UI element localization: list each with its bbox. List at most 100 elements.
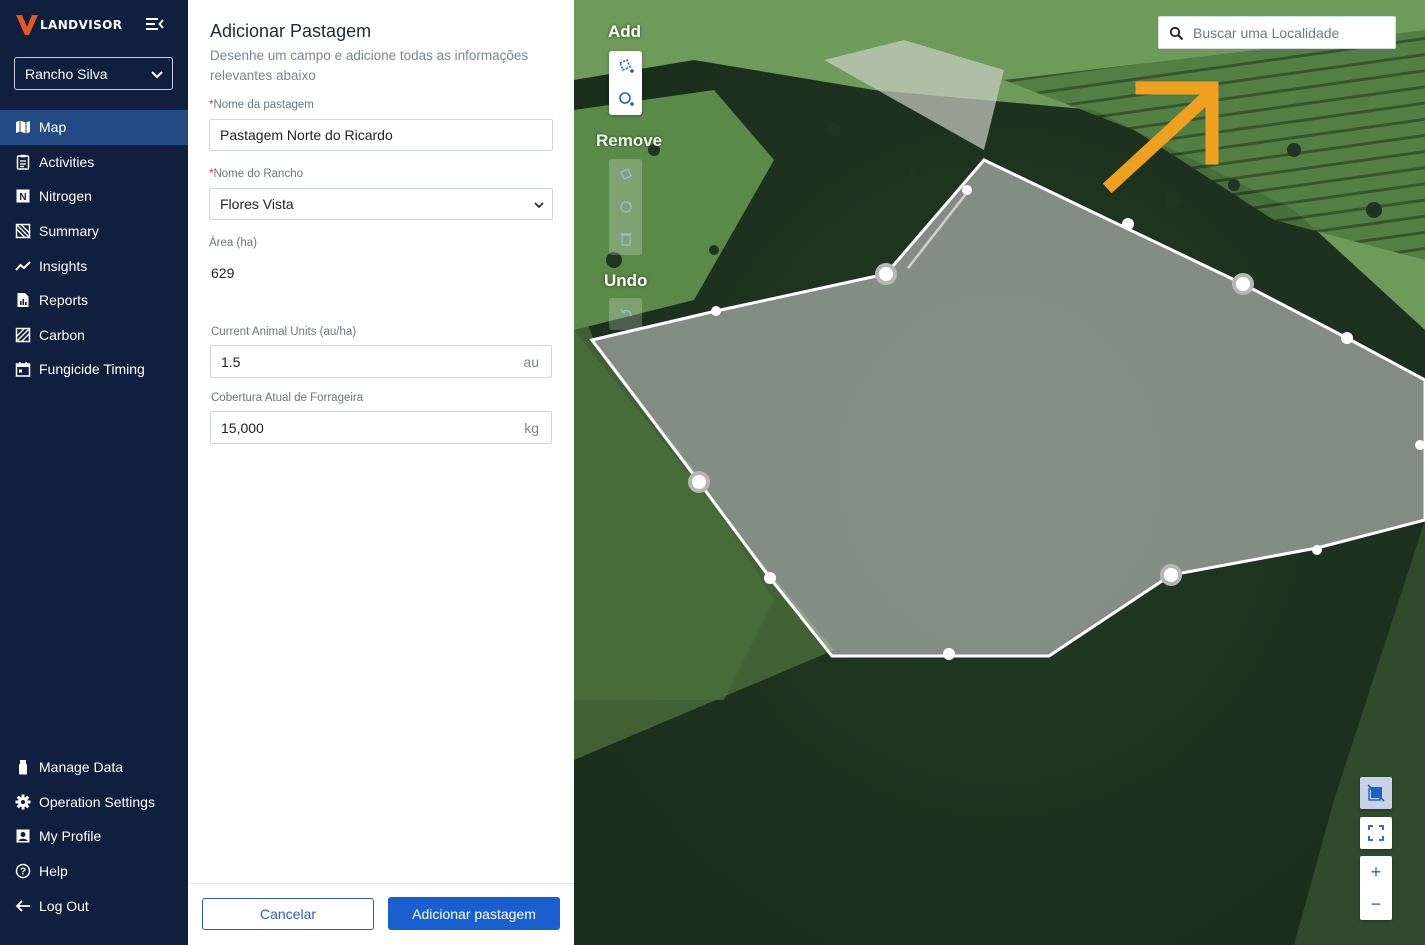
ranch-name-select[interactable]: Flores Vista [209, 188, 553, 220]
nav-item-activities[interactable]: Activities [0, 145, 188, 180]
layer-toggle-button[interactable] [1360, 777, 1392, 809]
chevron-down-icon [534, 202, 544, 209]
insights-icon [15, 258, 31, 274]
logo-v-icon [16, 15, 38, 35]
fullscreen-control [1360, 817, 1392, 849]
forage-cover-input[interactable]: 15,000 kg [210, 411, 552, 444]
reports-icon [15, 292, 31, 308]
profile-icon [15, 828, 31, 844]
draw-add-toolbox [609, 51, 642, 115]
nav-item-nitrogen[interactable]: N Nitrogen [0, 179, 188, 214]
nav-label: Insights [39, 257, 88, 274]
summary-icon [15, 223, 31, 239]
map-icon [15, 119, 31, 135]
nav-label: Activities [39, 153, 95, 170]
nav-item-log-out[interactable]: Log Out [0, 888, 188, 923]
help-icon: ? [15, 863, 31, 879]
layers-off-icon [1367, 784, 1385, 802]
draw-remove-label: Remove [596, 131, 663, 150]
nav-label: Reports [39, 292, 89, 309]
delete-shape-button[interactable] [609, 223, 642, 255]
gear-icon [15, 794, 31, 810]
zoom-out-button[interactable]: − [1360, 888, 1392, 920]
ranch-selector-value: Rancho Silva [25, 65, 108, 82]
area-label: Área (ha) [209, 237, 257, 249]
fullscreen-icon [1368, 825, 1384, 841]
animal-units-value: 1.5 [221, 353, 241, 370]
clipboard-icon [15, 154, 31, 170]
animal-units-label: Current Animal Units (au/ha) [211, 326, 357, 338]
zoom-control: + − [1360, 856, 1392, 920]
cancel-button[interactable]: Cancelar [202, 898, 374, 930]
nav-label: Operation Settings [39, 793, 155, 810]
collapse-menu-icon[interactable] [146, 16, 164, 32]
secondary-nav: Manage Data Operation Settings My Profil… [0, 750, 188, 923]
remove-polygon-button[interactable] [609, 159, 642, 191]
satellite-map[interactable]: Add Remove Undo Buscar uma Localidade + … [574, 0, 1425, 945]
chevron-down-icon [151, 71, 163, 79]
nav-item-my-profile[interactable]: My Profile [0, 819, 188, 854]
nav-label: Fungicide Timing [39, 361, 145, 378]
pasture-name-value: Pastagem Norte do Ricardo [220, 127, 393, 143]
brand-name: LANDVISOR [40, 18, 123, 32]
nav-label: Nitrogen [39, 188, 92, 205]
animal-units-unit: au [523, 353, 539, 370]
ranch-name-value: Flores Vista [220, 196, 294, 212]
forage-cover-value: 15,000 [221, 419, 264, 436]
polygon-remove-icon [619, 168, 632, 180]
nav-item-map[interactable]: Map [0, 110, 188, 145]
main-nav: Map Activities N Nitrogen Summary Insigh… [0, 110, 188, 387]
nav-item-fungicide-timing[interactable]: Fungicide Timing [0, 352, 188, 387]
nav-label: Summary [39, 223, 99, 240]
pasture-name-input[interactable]: Pastagem Norte do Ricardo [209, 119, 553, 151]
nav-item-summary[interactable]: Summary [0, 214, 188, 249]
panel-title: Adicionar Pastagem [210, 21, 372, 41]
undo-icon [619, 308, 632, 317]
ranch-name-label: *Nome do Rancho [209, 168, 303, 180]
circle-remove-icon [619, 201, 632, 213]
undo-button[interactable] [609, 298, 642, 330]
zoom-in-button[interactable]: + [1360, 856, 1392, 888]
ranch-selector[interactable]: Rancho Silva [14, 57, 173, 90]
animal-units-input[interactable]: 1.5 au [210, 345, 552, 378]
nav-label: Map [39, 119, 67, 136]
add-pasture-button[interactable]: Adicionar pastagem [388, 897, 560, 930]
calendar-icon [15, 361, 31, 378]
draw-remove-toolbox [609, 159, 642, 255]
nav-label: My Profile [39, 828, 102, 845]
forage-cover-label: Cobertura Atual de Forrageira [211, 392, 364, 404]
area-value: 629 [211, 265, 235, 281]
nav-label: Manage Data [39, 759, 124, 776]
nav-label: Log Out [39, 897, 89, 914]
nav-item-reports[interactable]: Reports [0, 283, 188, 318]
sidebar: LANDVISOR Rancho Silva Map Activities N [0, 0, 188, 945]
draw-undo-toolbox [609, 298, 642, 330]
remove-circle-button[interactable] [609, 191, 642, 223]
nav-item-carbon[interactable]: Carbon [0, 318, 188, 353]
draw-polygon-button[interactable] [609, 51, 642, 83]
svg-text:?: ? [20, 867, 26, 878]
nav-item-operation-settings[interactable]: Operation Settings [0, 785, 188, 820]
layer-toggle-control [1360, 777, 1392, 809]
satellite-imagery [574, 0, 1425, 945]
trash-icon [620, 233, 631, 246]
nav-label: Help [39, 863, 68, 880]
location-search-input[interactable]: Buscar uma Localidade [1158, 16, 1396, 49]
svg-text:N: N [19, 192, 26, 203]
nav-item-insights[interactable]: Insights [0, 248, 188, 283]
fullscreen-button[interactable] [1360, 817, 1392, 849]
circle-add-icon [618, 92, 634, 106]
forage-cover-unit: kg [524, 419, 539, 436]
nav-label: Carbon [39, 326, 85, 343]
arrow-left-icon [15, 898, 31, 914]
nitrogen-icon: N [15, 188, 31, 204]
polygon-add-icon [618, 58, 634, 73]
search-icon [1169, 26, 1184, 41]
draw-add-label: Add [608, 22, 642, 41]
nav-item-help[interactable]: ? Help [0, 854, 188, 889]
panel-footer: Cancelar Adicionar pastagem [188, 883, 574, 945]
nav-item-manage-data[interactable]: Manage Data [0, 750, 188, 785]
draw-circle-button[interactable] [609, 83, 642, 115]
draw-undo-label: Undo [604, 271, 648, 290]
location-search-placeholder: Buscar uma Localidade [1193, 24, 1340, 41]
